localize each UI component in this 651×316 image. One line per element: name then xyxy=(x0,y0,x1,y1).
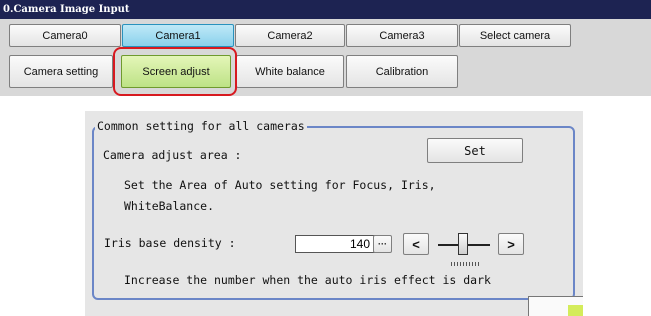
partial-green-icon xyxy=(568,305,583,316)
set-button[interactable]: Set xyxy=(427,138,523,163)
iris-density-input[interactable]: 140 xyxy=(295,235,375,253)
tab-white-balance[interactable]: White balance xyxy=(236,55,344,88)
iris-increase-button[interactable]: > xyxy=(498,233,524,255)
tab-calibration[interactable]: Calibration xyxy=(346,55,458,88)
iris-decrease-button[interactable]: < xyxy=(403,233,429,255)
iris-hint-text: Increase the number when the auto iris e… xyxy=(124,273,491,287)
iris-density-label: Iris base density : xyxy=(104,236,236,250)
window-title: 0.Camera Image Input xyxy=(0,0,651,19)
tab-camera3[interactable]: Camera3 xyxy=(346,24,458,47)
slider-tick-marks xyxy=(451,262,481,266)
select-camera-button[interactable]: Select camera xyxy=(459,24,571,47)
iris-more-button[interactable]: ··· xyxy=(373,235,392,253)
highlight-ring xyxy=(113,47,237,96)
tab-camera0[interactable]: Camera0 xyxy=(9,24,121,47)
tab-camera2[interactable]: Camera2 xyxy=(235,24,345,47)
iris-slider-thumb[interactable] xyxy=(458,233,468,255)
description-line-1: Set the Area of Auto setting for Focus, … xyxy=(124,178,436,192)
camera-adjust-area-label: Camera adjust area : xyxy=(103,148,242,162)
description-line-2: WhiteBalance. xyxy=(124,199,215,213)
tab-camera-setting[interactable]: Camera setting xyxy=(9,55,113,88)
tab-camera1[interactable]: Camera1 xyxy=(122,24,234,47)
group-title: Common setting for all cameras xyxy=(95,119,307,133)
